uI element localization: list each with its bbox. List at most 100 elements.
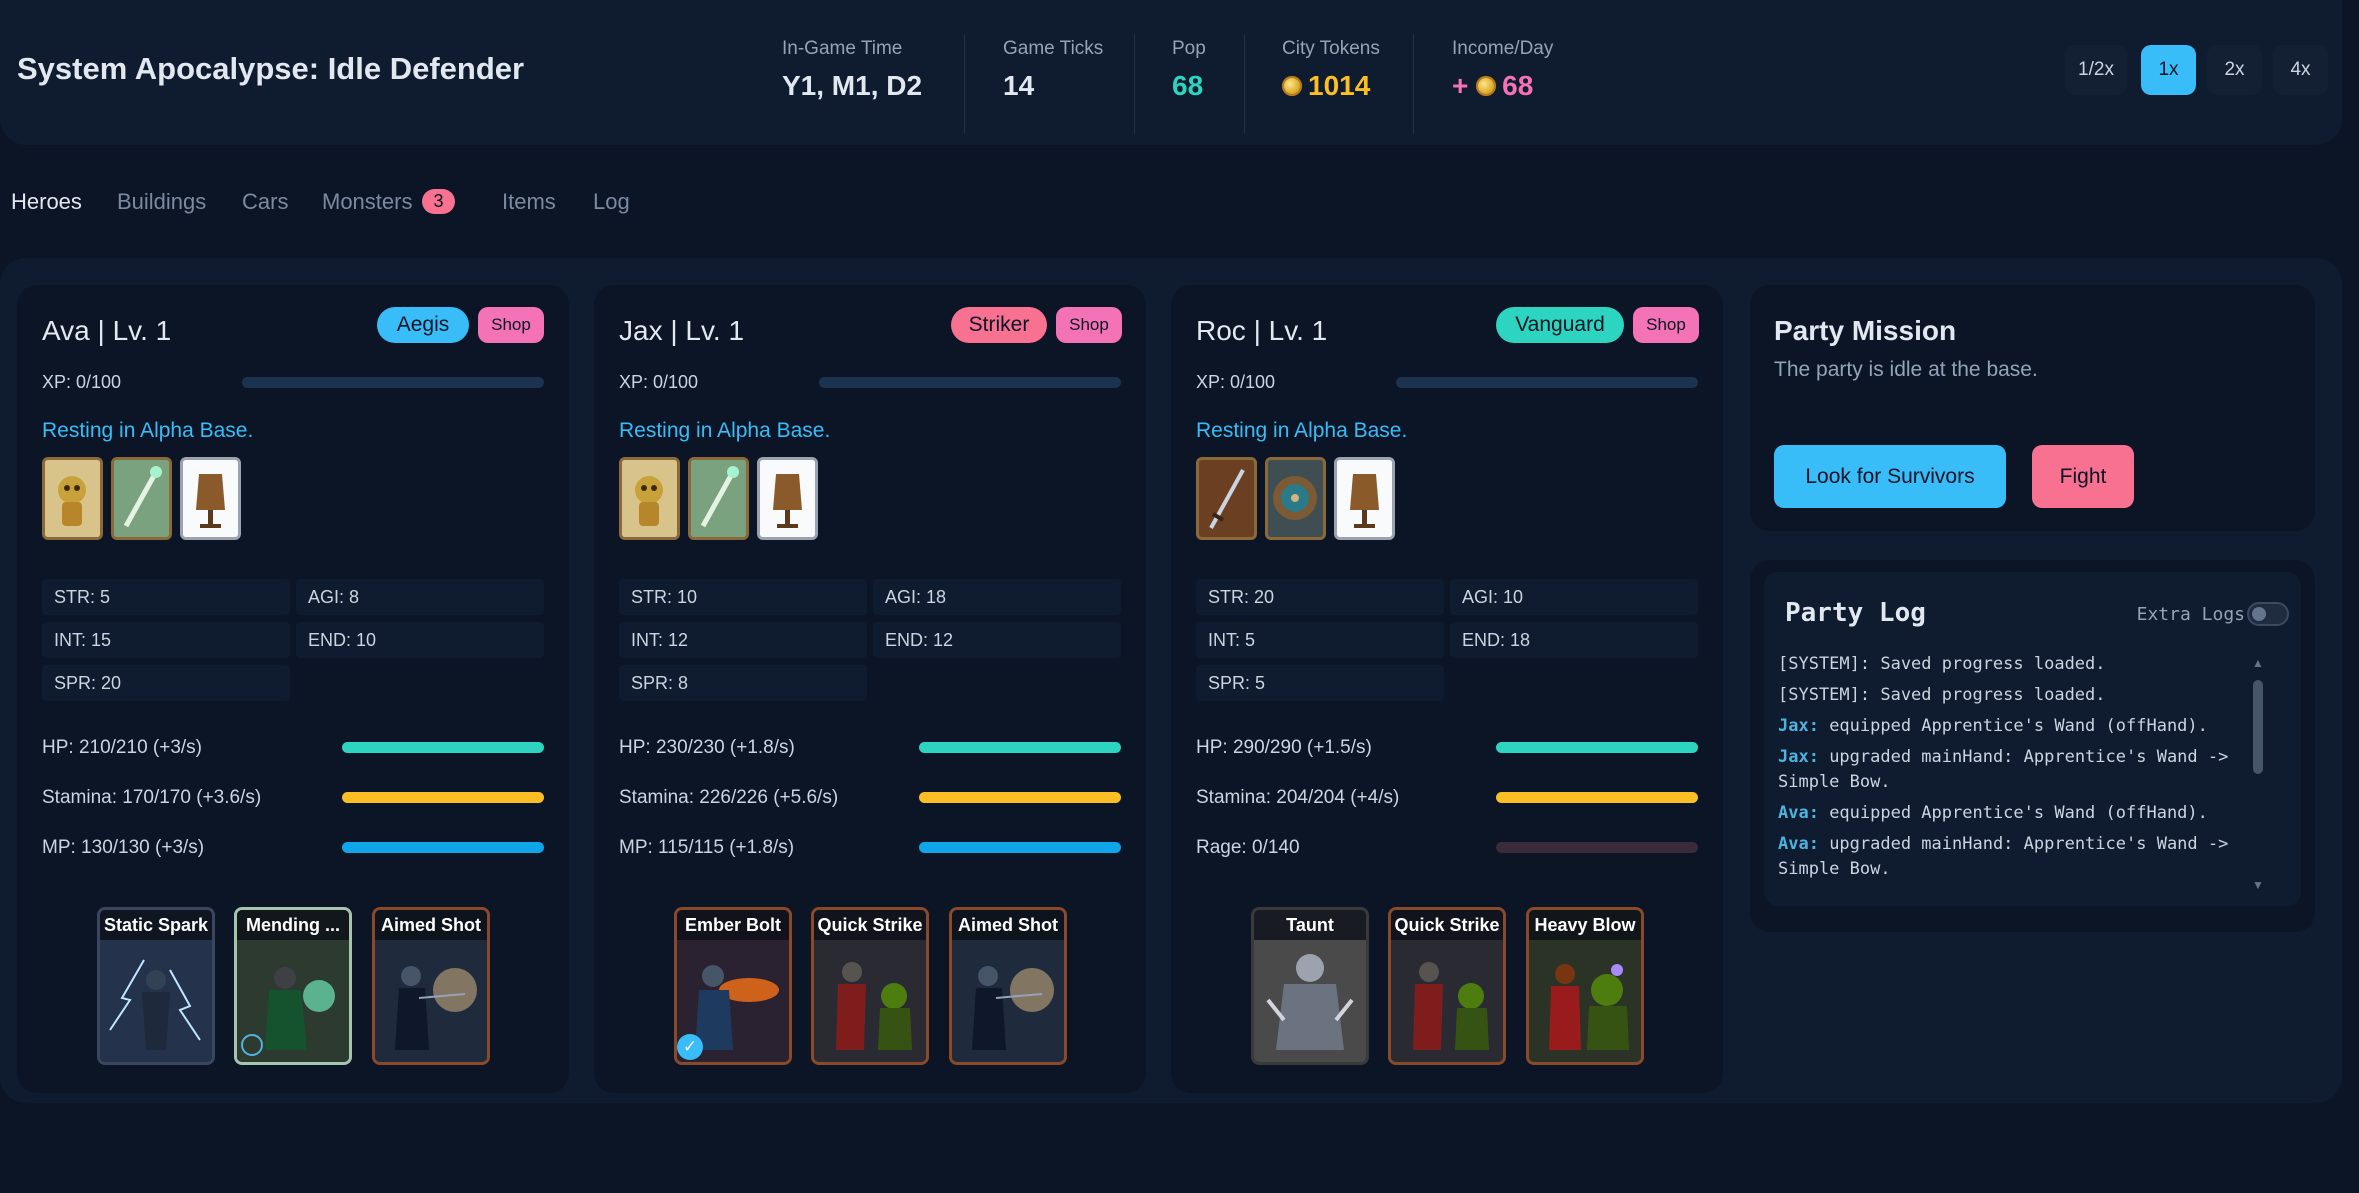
- attr-int: INT: 12: [619, 622, 867, 658]
- stat-label: Income/Day: [1452, 38, 1554, 59]
- ability-title: Mending ...: [237, 910, 349, 940]
- shop-button[interactable]: Shop: [478, 307, 544, 343]
- sword-item-icon[interactable]: [1196, 457, 1257, 540]
- scroll-up-arrow-icon[interactable]: ▲: [2252, 656, 2264, 670]
- ability-title: Taunt: [1254, 910, 1366, 940]
- tab-items[interactable]: Items: [502, 189, 556, 215]
- ability-title: Aimed Shot: [375, 910, 487, 940]
- shop-button[interactable]: Shop: [1633, 307, 1699, 343]
- xp-bar: [1396, 377, 1698, 388]
- app-title: System Apocalypse: Idle Defender: [17, 51, 525, 86]
- stamina-label: Stamina: 170/170 (+3.6/s): [42, 787, 262, 808]
- attr-end: END: 18: [1450, 622, 1698, 658]
- speed-half-button[interactable]: 1/2x: [2065, 45, 2127, 95]
- stat-label: Game Ticks: [1003, 38, 1104, 59]
- log-actor: Ava:: [1778, 834, 1819, 854]
- wand-item-icon[interactable]: [688, 457, 749, 540]
- mp-label: MP: 115/115 (+1.8/s): [619, 837, 795, 858]
- ability-card-mending[interactable]: Mending ...: [234, 907, 352, 1065]
- xp-bar: [242, 377, 544, 388]
- ability-card-quick-strike[interactable]: Quick Strike: [1388, 907, 1506, 1065]
- hero-name: Ava | Lv. 1: [42, 315, 172, 346]
- hero-name: Jax | Lv. 1: [619, 315, 745, 346]
- mp-label: MP: 130/130 (+3/s): [42, 837, 205, 858]
- ability-card-static-spark[interactable]: Static Spark: [97, 907, 215, 1065]
- party-log-panel: Party Log Extra Logs [SYSTEM]: Saved pro…: [1764, 572, 2301, 906]
- top-header: System Apocalypse: Idle Defender In-Game…: [0, 0, 2342, 145]
- stat-city-tokens: City Tokens 1014: [1282, 38, 1380, 102]
- xp-label: XP: 0/100: [619, 372, 699, 392]
- ability-card-aimed-shot[interactable]: Aimed Shot: [372, 907, 490, 1065]
- hp-bar: [342, 742, 544, 753]
- log-actor: Jax:: [1778, 716, 1819, 736]
- hp-label: HP: 290/290 (+1.5/s): [1196, 737, 1372, 758]
- stamina-bar: [1496, 792, 1698, 803]
- mp-bar: [919, 842, 1121, 853]
- cloth-armor-item-icon[interactable]: [180, 457, 241, 540]
- ability-title: Quick Strike: [814, 910, 926, 940]
- cloth-armor-item-icon[interactable]: [1334, 457, 1395, 540]
- extra-logs-label: Extra Logs: [2136, 604, 2245, 625]
- extra-logs-toggle[interactable]: [2247, 602, 2289, 626]
- attr-end: END: 12: [873, 622, 1121, 658]
- attr-int: INT: 5: [1196, 622, 1444, 658]
- ability-title: Ember Bolt: [677, 910, 789, 940]
- divider: [1413, 34, 1414, 134]
- xp-label: XP: 0/100: [42, 372, 122, 392]
- log-line: [SYSTEM]: Saved progress loaded.: [1778, 652, 2248, 677]
- log-text: [SYSTEM]: Saved progress loaded.: [1778, 654, 2106, 674]
- log-text: equipped Apprentice's Wand (offHand).: [1818, 803, 2208, 823]
- ability-title: Aimed Shot: [952, 910, 1064, 940]
- attr-str: STR: 20: [1196, 579, 1444, 615]
- divider: [1244, 34, 1245, 134]
- ability-card-aimed-shot[interactable]: Aimed Shot: [949, 907, 1067, 1065]
- log-line: Jax: equipped Apprentice's Wand (offHand…: [1778, 714, 2248, 739]
- speed-2x-button[interactable]: 2x: [2207, 45, 2262, 95]
- stat-label: City Tokens: [1282, 38, 1380, 59]
- wand-item-icon[interactable]: [111, 457, 172, 540]
- tab-buildings[interactable]: Buildings: [117, 189, 206, 215]
- cloth-armor-item-icon[interactable]: [757, 457, 818, 540]
- log-line: Jax: upgraded mainHand: Apprentice's Wan…: [1778, 745, 2248, 795]
- log-actor: Ava:: [1778, 803, 1819, 823]
- ability-card-quick-strike[interactable]: Quick Strike: [811, 907, 929, 1065]
- check-icon: ✓: [677, 1034, 703, 1060]
- divider: [1134, 34, 1135, 134]
- stat-value: 14: [1003, 70, 1035, 101]
- stat-value-wrap: + 68: [1452, 70, 1553, 102]
- hero-status: Resting in Alpha Base.: [1196, 419, 1408, 442]
- income-prefix: +: [1452, 70, 1469, 101]
- class-badge: Vanguard: [1496, 307, 1624, 343]
- mp-bar: [342, 842, 544, 853]
- party-log-list: [SYSTEM]: Saved progress loaded. [SYSTEM…: [1778, 652, 2248, 880]
- shop-button[interactable]: Shop: [1056, 307, 1122, 343]
- speed-4x-button[interactable]: 4x: [2273, 45, 2328, 95]
- stat-game-ticks: Game Ticks 14: [1003, 38, 1103, 102]
- attr-str: STR: 10: [619, 579, 867, 615]
- fight-button[interactable]: Fight: [2032, 445, 2134, 508]
- monsters-count-badge: 3: [422, 189, 455, 214]
- tab-label: Monsters: [322, 189, 413, 214]
- tab-cars[interactable]: Cars: [242, 189, 288, 215]
- tab-monsters[interactable]: Monsters 3: [322, 189, 455, 215]
- mission-status-text: The party is idle at the base.: [1774, 358, 2038, 381]
- speed-1x-button[interactable]: 1x: [2141, 45, 2196, 95]
- scroll-down-arrow-icon[interactable]: ▼: [2252, 878, 2264, 892]
- log-text: upgraded mainHand: Apprentice's Wand -> …: [1778, 834, 2229, 879]
- tab-log[interactable]: Log: [593, 189, 630, 215]
- ability-card-heavy-blow[interactable]: Heavy Blow: [1526, 907, 1644, 1065]
- stat-label: Pop: [1172, 38, 1206, 59]
- stamina-label: Stamina: 204/204 (+4/s): [1196, 787, 1400, 808]
- hero-status: Resting in Alpha Base.: [42, 419, 254, 442]
- hero-card-roc: Roc | Lv. 1 Vanguard Shop XP: 0/100 Rest…: [1171, 285, 1723, 1093]
- ability-card-ember-bolt[interactable]: Ember Bolt ✓: [674, 907, 792, 1065]
- wand-item-icon[interactable]: [42, 457, 103, 540]
- look-for-survivors-button[interactable]: Look for Survivors: [1774, 445, 2006, 508]
- wand-item-icon[interactable]: [619, 457, 680, 540]
- tab-heroes[interactable]: Heroes: [11, 189, 82, 215]
- ability-title: Heavy Blow: [1529, 910, 1641, 940]
- ability-card-taunt[interactable]: Taunt: [1251, 907, 1369, 1065]
- scrollbar-thumb[interactable]: [2253, 680, 2263, 774]
- hero-name: Roc | Lv. 1: [1196, 315, 1328, 346]
- shield-item-icon[interactable]: [1265, 457, 1326, 540]
